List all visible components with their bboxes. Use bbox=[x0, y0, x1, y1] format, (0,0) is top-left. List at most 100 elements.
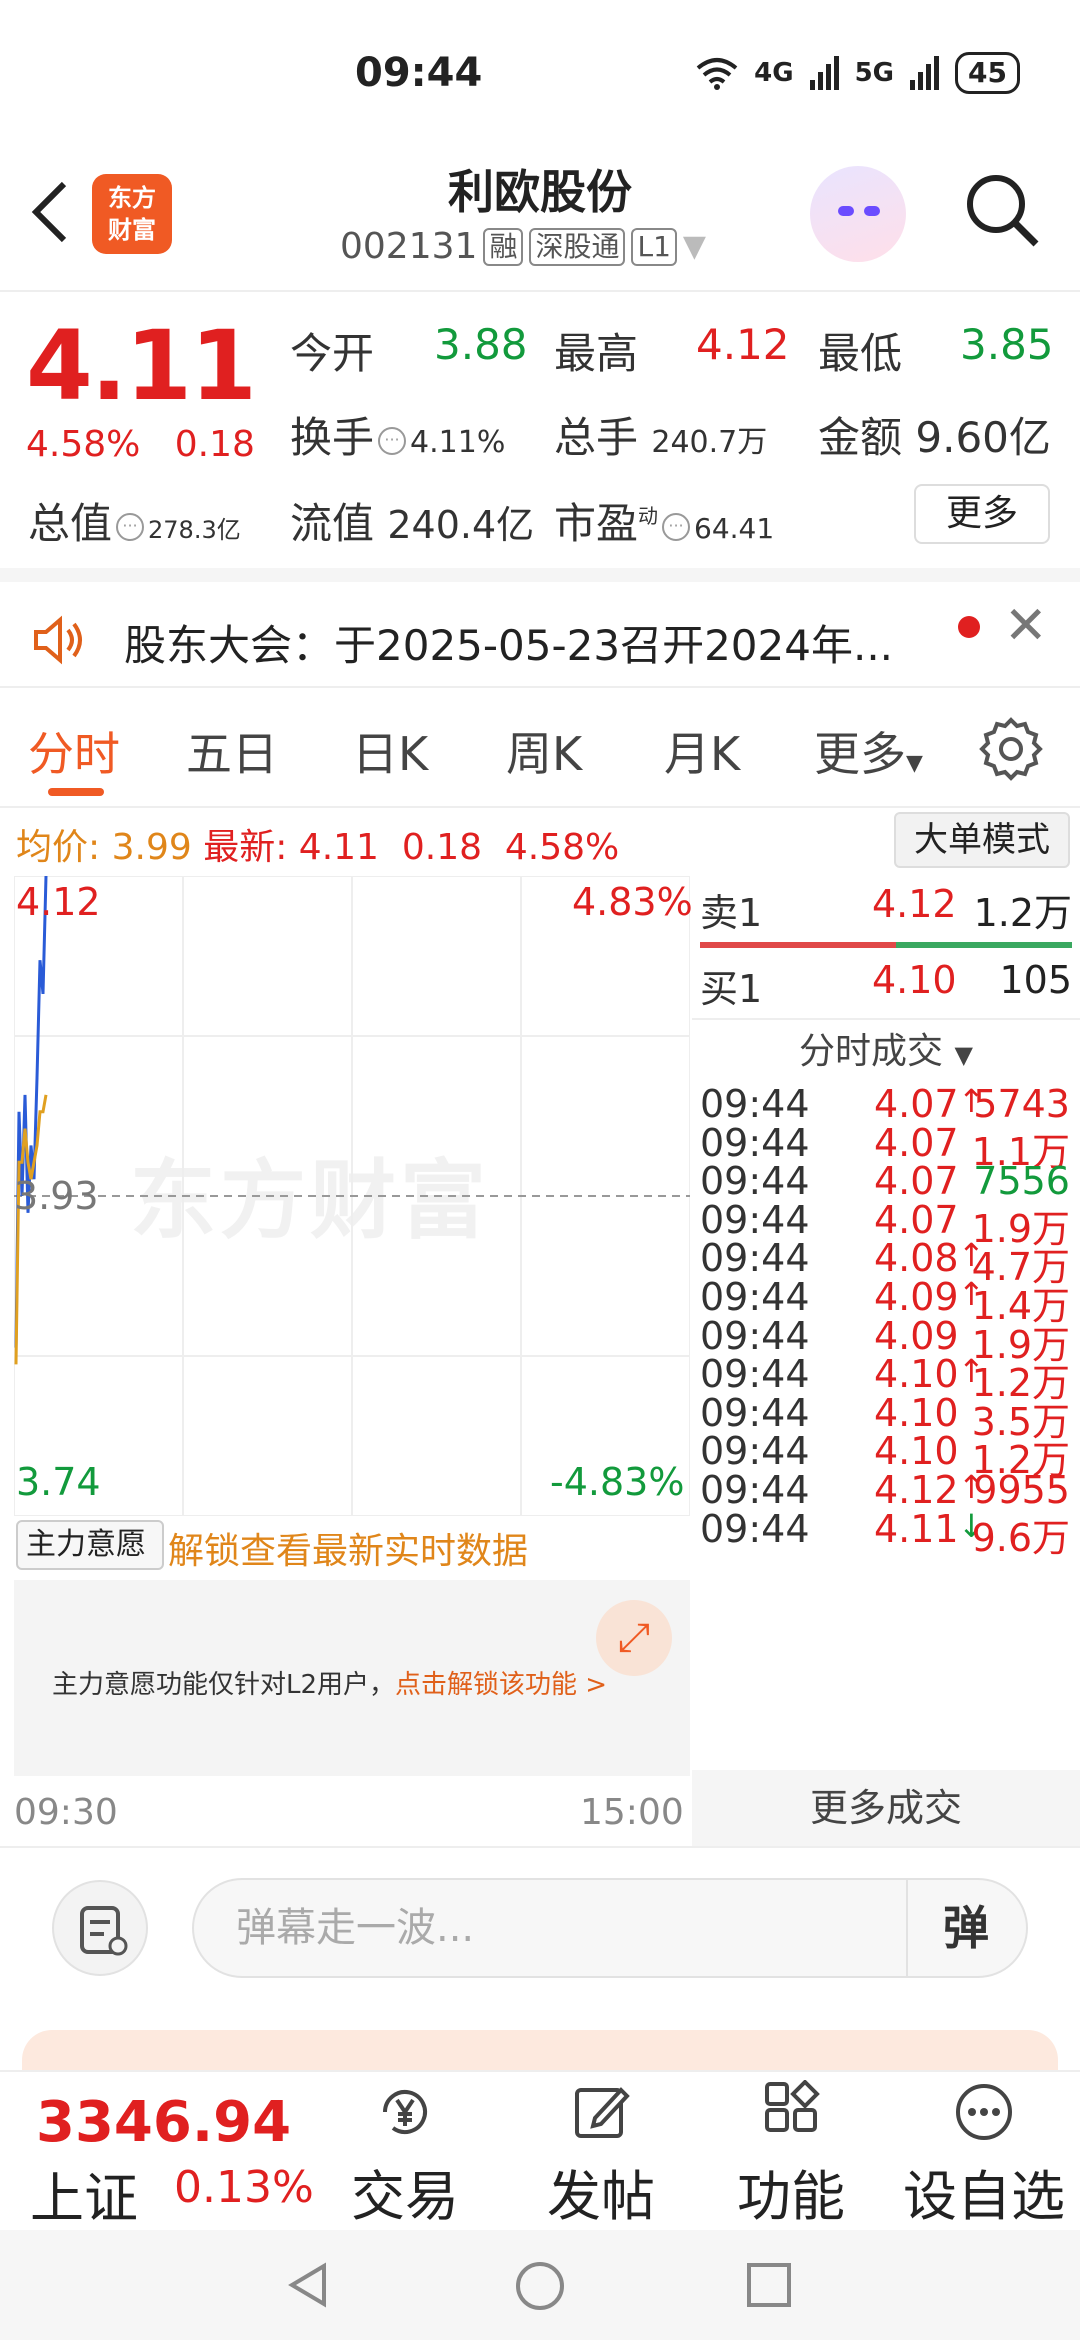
divider bbox=[0, 806, 1080, 808]
tab-weekly-k[interactable]: 周K bbox=[506, 718, 582, 784]
nav-back-icon[interactable] bbox=[284, 2260, 334, 2310]
trade-time: 09:44 bbox=[700, 1468, 810, 1512]
mktcap-value: 278.3亿 bbox=[148, 516, 241, 544]
pe-cell[interactable]: 市盈动 ··· 64.41 bbox=[554, 490, 774, 551]
tag-level: L1 bbox=[631, 227, 677, 266]
signal-4g-icon bbox=[809, 56, 839, 90]
main-will-select[interactable]: 主力意愿 ▼ bbox=[16, 1520, 164, 1605]
notice-dot bbox=[958, 616, 980, 638]
tab-intraday[interactable]: 分时 bbox=[28, 718, 120, 784]
index-value: 3346.94 bbox=[36, 2090, 292, 2155]
trade-time: 09:44 bbox=[700, 1390, 810, 1435]
current-price: 4.11 bbox=[26, 310, 257, 422]
notice-bar[interactable]: 股东大会：于2025-05-23召开2024年... bbox=[0, 582, 1080, 702]
nav-recents-icon[interactable] bbox=[744, 2260, 794, 2310]
trades-title[interactable]: 分时成交 ▼ bbox=[692, 1022, 1080, 1074]
buy-ratio-bar bbox=[896, 942, 1072, 948]
latest-change: 0.18 bbox=[401, 827, 482, 868]
trade-volume: 9955 bbox=[973, 1468, 1070, 1512]
trade-time: 09:44 bbox=[700, 1352, 810, 1397]
sell-ratio-bar bbox=[700, 942, 896, 948]
caret-down-icon: ▼ bbox=[906, 751, 923, 776]
battery-icon: 45 bbox=[955, 52, 1020, 94]
trade-time: 09:44 bbox=[700, 1159, 810, 1204]
x-start-label: 09:30 bbox=[14, 1792, 118, 1833]
info-icon: ··· bbox=[378, 426, 407, 455]
high-value: 4.12 bbox=[696, 320, 790, 369]
nav-add-watchlist[interactable]: 设自选 bbox=[894, 2080, 1074, 2231]
danmu-input[interactable]: 弹幕走一波... bbox=[192, 1878, 1028, 1978]
index-ticker[interactable]: 3346.94 上证 0.13% bbox=[0, 2070, 330, 2230]
avg-label: 均价: bbox=[16, 827, 101, 868]
trade-time: 09:44 bbox=[700, 1275, 810, 1319]
trade-price: 4.11 bbox=[874, 1506, 959, 1551]
divider bbox=[0, 568, 1080, 582]
tab-daily-k[interactable]: 日K bbox=[352, 718, 428, 784]
search-icon[interactable] bbox=[962, 170, 1042, 250]
turnover-label[interactable]: 换手 ··· 4.11% bbox=[290, 404, 505, 465]
divider bbox=[0, 290, 1080, 292]
index-pct: 0.13% bbox=[174, 2162, 314, 2213]
price-change: 4.58% 0.18 bbox=[26, 424, 255, 465]
unlock-realtime-link[interactable]: 解锁查看最新实时数据 bbox=[168, 1522, 528, 1574]
sell1-volume: 1.2万 bbox=[973, 891, 1072, 935]
trade-time: 09:44 bbox=[700, 1429, 810, 1474]
volume-value: 240.7万 bbox=[651, 425, 768, 460]
low-value: 3.85 bbox=[960, 320, 1054, 369]
network-5g-label: 5G bbox=[854, 58, 895, 88]
sell1-row: 卖1 4.12 1.2万 bbox=[700, 882, 1072, 935]
nav-post[interactable]: 发帖 bbox=[526, 2080, 676, 2231]
high-label: 最高 bbox=[554, 329, 639, 378]
comment-list-icon[interactable] bbox=[52, 1880, 148, 1976]
trade-time: 09:44 bbox=[700, 1120, 810, 1165]
trade-price: 4.12 bbox=[874, 1468, 959, 1512]
trade-time: 09:44 bbox=[700, 1313, 810, 1358]
trade-price: 4.10 bbox=[874, 1429, 959, 1474]
trade-time: 09:44 bbox=[700, 1082, 810, 1126]
volume-cell: 总手 240.7万 bbox=[554, 413, 768, 462]
float-value: 240.4亿 bbox=[387, 503, 535, 547]
stock-code-row[interactable]: 002131 融 深股通 L1 ▼ bbox=[340, 226, 706, 267]
trade-price: 4.09 bbox=[874, 1313, 959, 1358]
nav-functions[interactable]: 功能 bbox=[716, 2079, 866, 2231]
sell1-price: 4.12 bbox=[872, 882, 957, 926]
low-label: 最低 bbox=[818, 329, 903, 378]
tab-five-day[interactable]: 五日 bbox=[186, 718, 278, 784]
trade-price: 4.07 bbox=[874, 1197, 959, 1242]
big-order-mode-button[interactable]: 大单模式 bbox=[894, 812, 1070, 868]
trade-price: 4.09 bbox=[874, 1275, 959, 1319]
nav-trade[interactable]: 交易 bbox=[330, 2080, 480, 2231]
trade-price: 4.07 bbox=[874, 1120, 959, 1165]
trade-price: 4.07 bbox=[874, 1082, 959, 1126]
main-will-message: 主力意愿功能仅针对L2用户，点击解锁该功能 > bbox=[52, 1670, 608, 1700]
speaker-icon bbox=[34, 615, 82, 665]
trade-volume: 5743 bbox=[973, 1082, 1070, 1126]
grid-icon bbox=[765, 2079, 820, 2132]
buy1-volume: 105 bbox=[999, 958, 1072, 1002]
assistant-robot-icon[interactable] bbox=[810, 166, 906, 262]
float-cell: 流值 240.4亿 bbox=[290, 499, 535, 548]
more-quote-button[interactable]: 更多 bbox=[914, 484, 1050, 544]
pct-max-label: 4.83% bbox=[572, 880, 693, 924]
trade-price: 4.10 bbox=[874, 1390, 959, 1435]
amount-value: 9.60亿 bbox=[915, 413, 1051, 462]
gear-icon[interactable] bbox=[978, 716, 1044, 782]
more-trades-button[interactable]: 更多成交 bbox=[692, 1770, 1080, 1846]
y-min-label: 3.74 bbox=[16, 1460, 101, 1504]
open-label: 今开 bbox=[290, 329, 375, 378]
nav-home-icon[interactable] bbox=[514, 2260, 566, 2312]
order-book: 卖1 4.12 1.2万 买1 4.10 105 bbox=[692, 876, 1080, 1026]
tab-monthly-k[interactable]: 月K bbox=[664, 718, 740, 784]
expand-icon[interactable]: ⤢ bbox=[596, 1600, 672, 1676]
system-nav-bar bbox=[0, 2230, 1080, 2340]
danmu-toggle-button[interactable]: 弹 bbox=[906, 1880, 1024, 1976]
tab-more[interactable]: 更多▼ bbox=[814, 718, 923, 784]
unlock-feature-link[interactable]: 点击解锁该功能 > bbox=[395, 1670, 607, 1700]
close-icon[interactable]: ✕ bbox=[1004, 596, 1048, 656]
stock-header: 东方 财富 利欧股份 002131 融 深股通 L1 ▼ bbox=[0, 150, 1080, 290]
chevron-down-icon: ▼ bbox=[682, 229, 706, 264]
mktcap-cell[interactable]: 总值 ··· 278.3亿 bbox=[28, 490, 241, 551]
change-pct: 4.58% bbox=[26, 424, 141, 465]
intraday-chart[interactable] bbox=[14, 876, 690, 1516]
trade-volume: 7556 bbox=[973, 1159, 1070, 1204]
